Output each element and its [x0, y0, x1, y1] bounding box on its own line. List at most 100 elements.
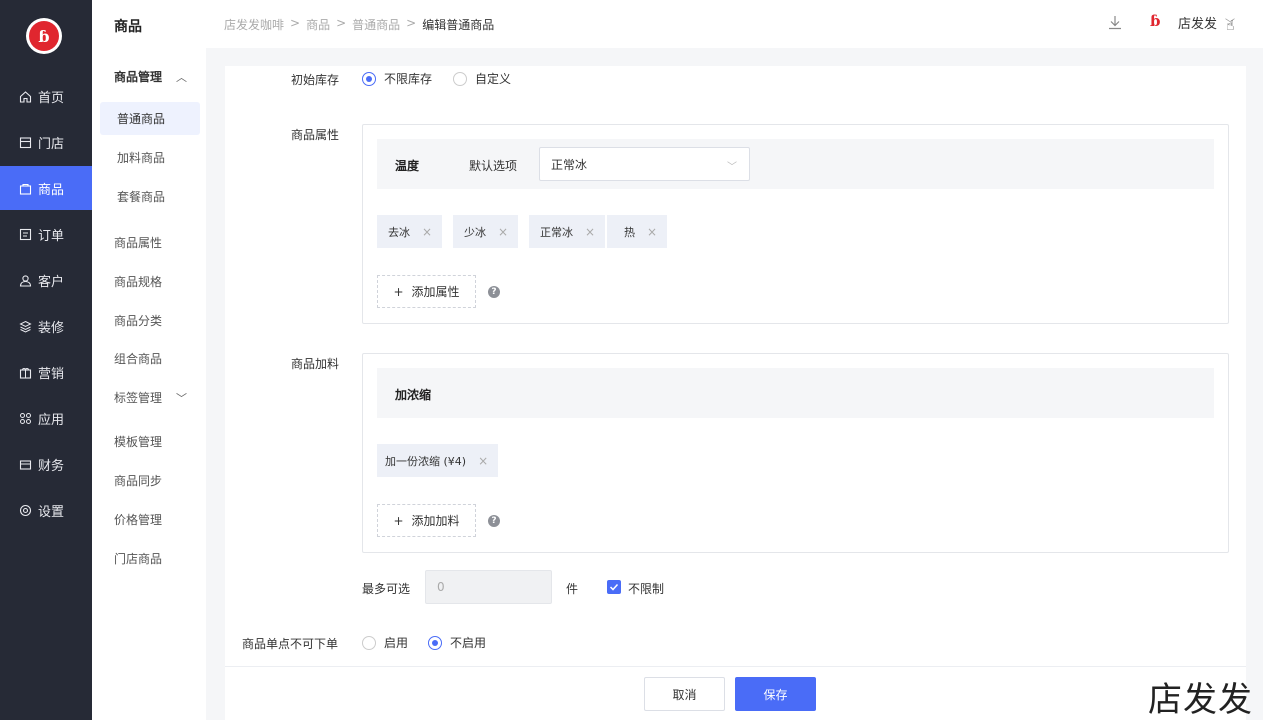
- tag-label: 少冰: [464, 225, 486, 239]
- tag-label: 正常冰: [540, 225, 573, 239]
- nav-label: 设置: [38, 504, 65, 520]
- chevron-down-icon: ﹀: [727, 162, 737, 173]
- single-order-label: 商品单点不可下单: [242, 637, 339, 651]
- breadcrumb-item[interactable]: 普通商品: [352, 16, 400, 33]
- chevron-down-icon: ﹀: [176, 391, 188, 405]
- addon-head: 加浓缩: [377, 368, 1214, 418]
- stock-radio-custom[interactable]: 自定义: [453, 70, 511, 87]
- brand-logo[interactable]: ɓ: [26, 18, 62, 54]
- breadcrumb-separator: >: [406, 16, 417, 30]
- plus-icon: +: [393, 513, 404, 528]
- nav-label: 装修: [38, 320, 65, 336]
- sub-nav-item-addon[interactable]: 加料商品: [100, 141, 200, 174]
- sub-nav-title: 商品: [114, 19, 142, 35]
- layers-icon: [18, 319, 32, 333]
- home-icon: [18, 89, 32, 103]
- breadcrumb-separator: >: [290, 16, 301, 30]
- help-icon[interactable]: ?: [488, 286, 500, 298]
- nav-item-marketing[interactable]: 营销: [0, 350, 92, 394]
- breadcrumb: 店发发咖啡 > 商品 > 普通商品 > 编辑普通商品: [224, 16, 494, 33]
- cancel-button[interactable]: 取消: [644, 677, 725, 711]
- sub-nav-group-tags[interactable]: 标签管理 ﹀: [114, 389, 187, 406]
- nav-item-home[interactable]: 首页: [0, 74, 92, 118]
- nav-item-finance[interactable]: 财务: [0, 442, 92, 486]
- attr-tag: 去冰 ×: [377, 215, 443, 248]
- nav-item-orders[interactable]: 订单: [0, 212, 92, 256]
- breadcrumb-item[interactable]: 店发发咖啡: [224, 16, 284, 33]
- single-radio-disable[interactable]: 不启用: [428, 634, 486, 651]
- radio-label: 自定义: [475, 72, 512, 86]
- main-nav: ɓ 首页 门店 商品 订单 客户 装修 营销 应用 财务 设置: [0, 0, 92, 720]
- sub-nav-item-normal[interactable]: 普通商品: [100, 102, 200, 135]
- logo-mark: ɓ: [29, 21, 59, 51]
- sub-nav-item-group[interactable]: 组合商品: [114, 350, 162, 367]
- breadcrumb-current: 编辑普通商品: [422, 18, 495, 32]
- nav-item-settings[interactable]: 设置: [0, 488, 92, 532]
- sub-nav-item-template[interactable]: 模板管理: [114, 433, 162, 450]
- sub-nav-item-category[interactable]: 商品分类: [114, 312, 162, 329]
- bag-icon: [18, 181, 32, 195]
- close-icon[interactable]: ×: [647, 225, 657, 239]
- sub-nav-item-store-goods[interactable]: 门店商品: [114, 550, 162, 567]
- nav-item-decor[interactable]: 装修: [0, 304, 92, 348]
- attr-tag: 正常冰 ×: [529, 215, 606, 248]
- radio-label: 不限库存: [384, 72, 433, 86]
- sub-nav-item-combo[interactable]: 套餐商品: [100, 180, 200, 213]
- nav-label: 应用: [38, 412, 65, 428]
- addon-name: 加浓缩: [395, 388, 432, 402]
- addon-label: 商品加料: [291, 357, 340, 371]
- button-label: 添加加料: [411, 514, 460, 528]
- user-menu[interactable]: ɓ 店发发 ﹀: [1150, 12, 1235, 32]
- wallet-icon: [18, 457, 32, 471]
- tag-label: 加一份浓缩 (¥4): [385, 454, 467, 468]
- unlimited-checkbox[interactable]: [607, 580, 621, 594]
- plus-icon: +: [393, 284, 404, 299]
- close-icon[interactable]: ×: [478, 454, 488, 468]
- group-label: 商品管理: [114, 70, 163, 84]
- add-attr-button[interactable]: + 添加属性: [377, 275, 476, 308]
- nav-item-goods[interactable]: 商品: [0, 166, 92, 210]
- nav-label: 客户: [38, 274, 65, 290]
- add-addon-button[interactable]: + 添加加料: [377, 504, 476, 537]
- sub-nav-item-attr[interactable]: 商品属性: [114, 234, 162, 251]
- unlimited-label: 不限制: [628, 582, 665, 596]
- top-bar: 店发发咖啡 > 商品 > 普通商品 > 编辑普通商品 ɓ 店发发 ﹀: [206, 0, 1263, 48]
- gear-icon: [18, 503, 32, 517]
- button-label: 添加属性: [411, 285, 460, 299]
- close-icon[interactable]: ×: [422, 225, 432, 239]
- single-radio-enable[interactable]: 启用: [362, 634, 408, 651]
- nav-label: 财务: [38, 458, 65, 474]
- nav-item-customers[interactable]: 客户: [0, 258, 92, 302]
- sub-nav-item-price[interactable]: 价格管理: [114, 511, 162, 528]
- nav-label: 商品: [38, 182, 65, 198]
- max-label: 最多可选: [362, 582, 411, 596]
- sub-nav: 商品 商品管理 ︿ 普通商品 加料商品 套餐商品 商品属性 商品规格 商品分类 …: [92, 0, 206, 720]
- group-label: 标签管理: [114, 391, 163, 405]
- radio-label: 启用: [384, 636, 409, 650]
- max-quantity-input[interactable]: 0: [425, 570, 552, 604]
- form-footer: 取消 保存: [225, 666, 1246, 720]
- close-icon[interactable]: ×: [585, 225, 595, 239]
- sub-nav-group-manage[interactable]: 商品管理 ︿: [114, 68, 187, 85]
- attr-label: 商品属性: [291, 128, 340, 142]
- nav-item-apps[interactable]: 应用: [0, 396, 92, 440]
- select-value: 正常冰: [551, 157, 588, 172]
- stock-radio-unlimited[interactable]: 不限库存: [362, 70, 432, 87]
- sub-nav-item-sync[interactable]: 商品同步: [114, 472, 162, 489]
- close-icon[interactable]: ×: [498, 225, 508, 239]
- attr-default-select[interactable]: 正常冰 ﹀: [539, 147, 750, 181]
- apps-icon: [18, 411, 32, 425]
- tag-label: 热: [624, 225, 635, 239]
- user-icon: [18, 273, 32, 287]
- gift-icon: [18, 365, 32, 379]
- sub-nav-item-spec[interactable]: 商品规格: [114, 273, 162, 290]
- breadcrumb-item[interactable]: 商品: [306, 16, 330, 33]
- download-icon[interactable]: [1106, 14, 1124, 32]
- stock-label: 初始库存: [291, 73, 340, 87]
- help-icon[interactable]: ?: [488, 515, 500, 527]
- radio-unchecked: [453, 71, 467, 86]
- save-button[interactable]: 保存: [735, 677, 816, 711]
- nav-item-store[interactable]: 门店: [0, 120, 92, 164]
- attr-tag: 热 ×: [607, 215, 668, 248]
- store-icon: [18, 135, 32, 149]
